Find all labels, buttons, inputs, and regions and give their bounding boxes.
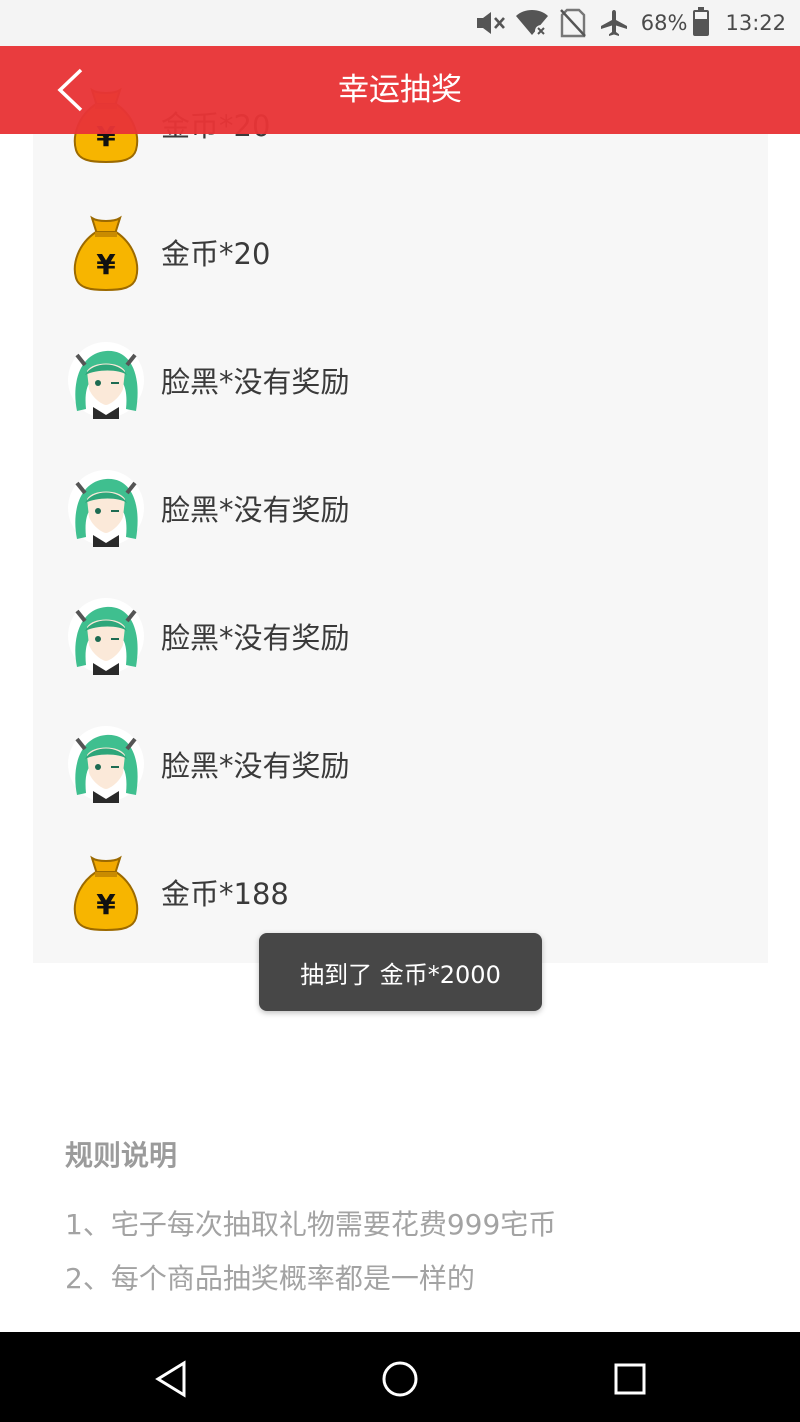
mute-icon <box>474 6 508 40</box>
back-nav-icon <box>155 1360 186 1398</box>
list-item: 脸黑*没有奖励 <box>33 572 768 700</box>
rules-title: 规则说明 <box>65 1139 178 1172</box>
recents-nav-icon <box>614 1363 646 1395</box>
svg-text:¥: ¥ <box>96 248 116 281</box>
prize-label: 金币*188 <box>161 877 289 911</box>
battery-icon <box>693 7 710 36</box>
toast-message: 抽到了 金币*2000 <box>259 933 542 1011</box>
app-bar: 幸运抽奖 <box>0 46 800 134</box>
home-nav-icon <box>382 1361 418 1397</box>
wifi-off-icon <box>515 6 549 40</box>
anime-avatar-icon <box>67 725 145 803</box>
rule-line: 2、每个商品抽奖概率都是一样的 <box>65 1262 475 1295</box>
no-sim-icon <box>556 6 590 40</box>
list-item: 脸黑*没有奖励 <box>33 316 768 444</box>
airplane-icon <box>597 6 631 40</box>
prize-label: 脸黑*没有奖励 <box>161 365 350 399</box>
page-title: 幸运抽奖 <box>338 72 462 108</box>
recents-nav-button[interactable] <box>605 1354 655 1404</box>
money-bag-icon: ¥ <box>67 213 145 292</box>
prize-list: ¥ 金币*20 ¥ 金币*20 脸黑*没有奖励 脸黑*没有奖励 脸黑*没有奖励 … <box>33 46 768 963</box>
prize-label: 脸黑*没有奖励 <box>161 493 350 527</box>
anime-avatar-icon <box>67 469 145 547</box>
status-bar: 68% 13:22 <box>0 0 800 46</box>
rule-line: 1、宅子每次抽取礼物需要花费999宅币 <box>65 1208 557 1241</box>
svg-text:¥: ¥ <box>96 888 116 921</box>
back-nav-button[interactable] <box>146 1354 196 1404</box>
system-nav-bar <box>0 1332 800 1422</box>
list-item: 脸黑*没有奖励 <box>33 444 768 572</box>
prize-label: 脸黑*没有奖励 <box>161 749 350 783</box>
battery-level-fill <box>695 19 708 34</box>
prize-label: 金币*20 <box>161 237 271 271</box>
clock: 13:22 <box>725 11 786 35</box>
list-item: ¥ 金币*20 <box>33 188 768 316</box>
anime-avatar-icon <box>67 597 145 675</box>
home-nav-button[interactable] <box>375 1354 425 1404</box>
anime-avatar-icon <box>67 341 145 419</box>
prize-label: 脸黑*没有奖励 <box>161 621 350 655</box>
toast-text: 抽到了 金币*2000 <box>300 960 501 989</box>
money-bag-icon: ¥ <box>67 853 145 932</box>
battery-percentage: 68% <box>640 11 688 35</box>
list-item: 脸黑*没有奖励 <box>33 700 768 828</box>
